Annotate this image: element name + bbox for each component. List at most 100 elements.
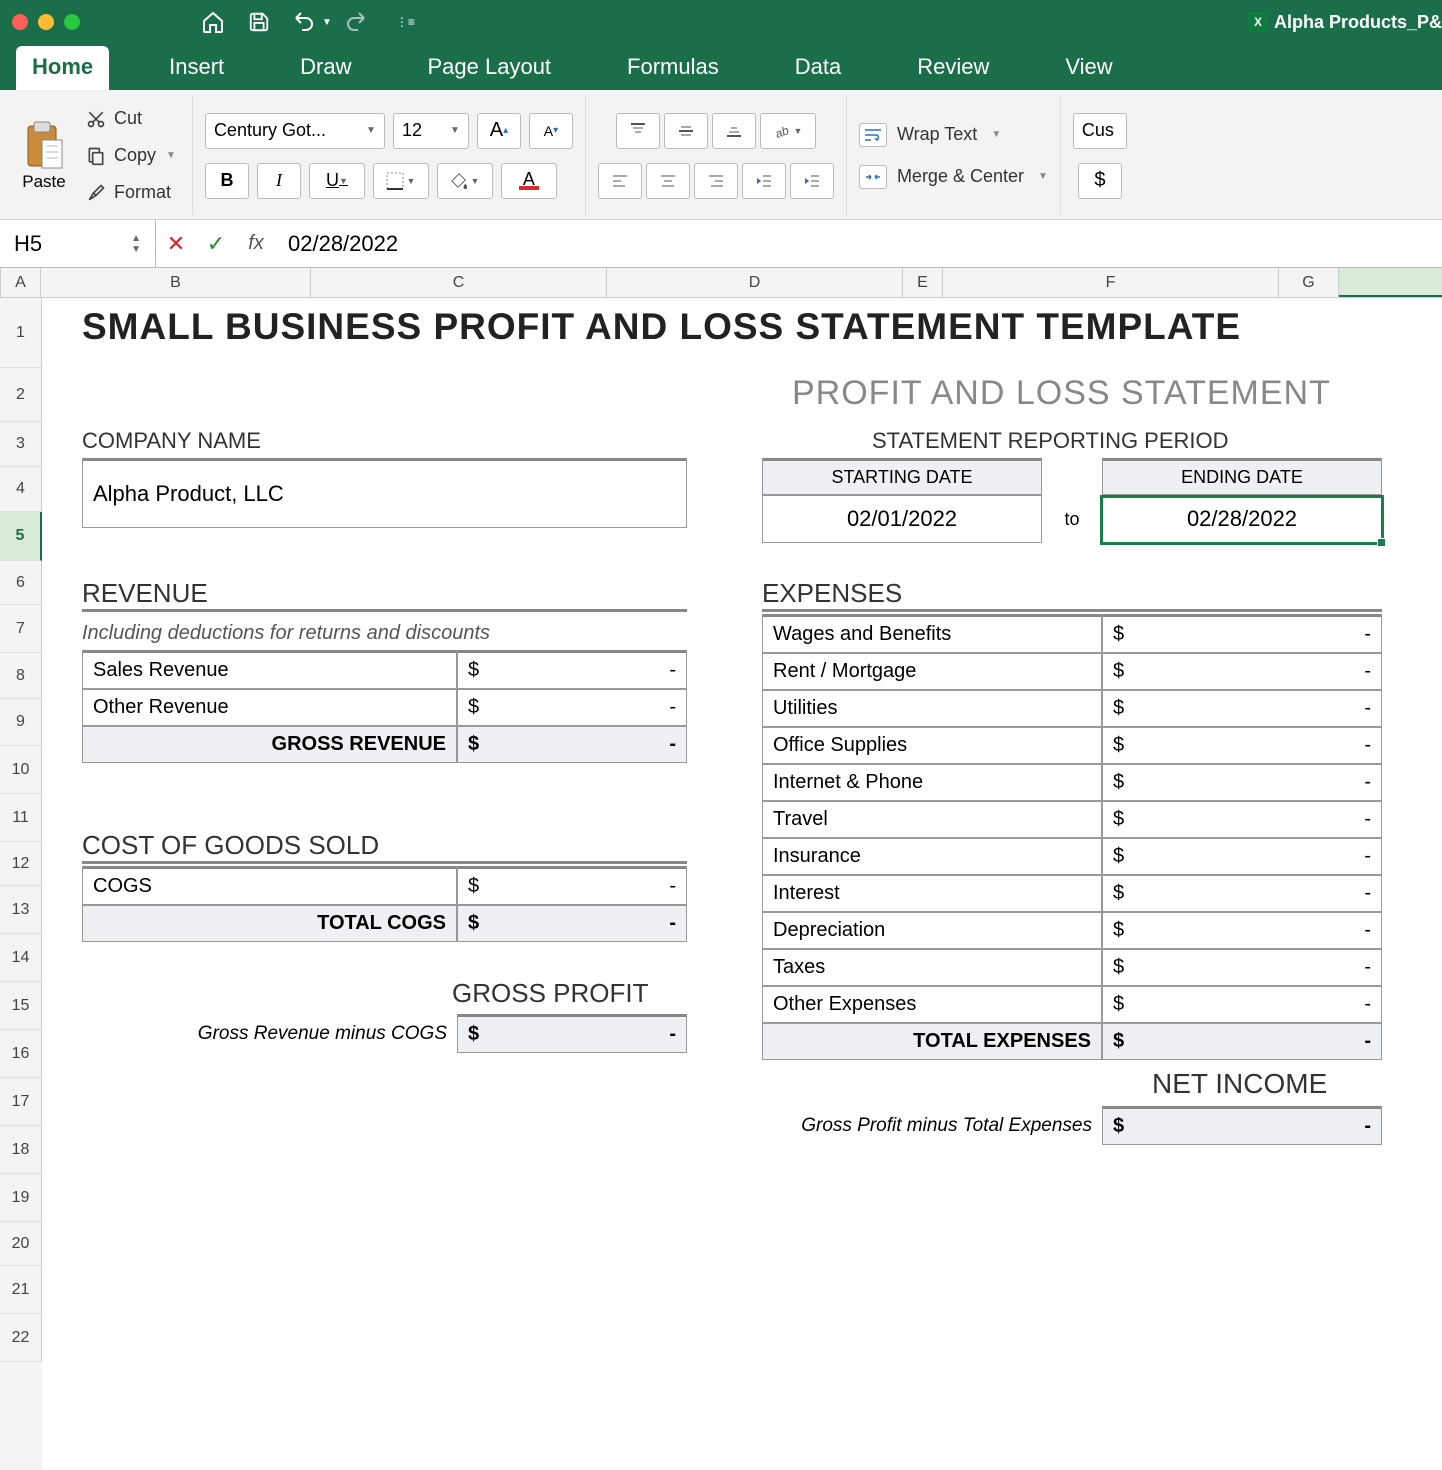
table-row-value[interactable]: $- [1102,653,1382,690]
align-left-button[interactable] [598,163,642,199]
copy-button[interactable]: Copy▼ [82,143,180,168]
undo-dropdown-icon[interactable]: ▼ [322,17,332,28]
row-header-8[interactable]: 8 [0,653,42,699]
table-total-value[interactable]: $- [457,726,687,763]
table-row-value[interactable]: $- [1102,986,1382,1023]
tab-insert[interactable]: Insert [153,46,240,90]
row-header-22[interactable]: 22 [0,1314,42,1362]
table-row-label[interactable]: Travel [762,801,1102,838]
align-right-button[interactable] [694,163,738,199]
column-header-G[interactable]: G [1279,268,1339,297]
qat-customize-icon[interactable]: ⋮≡ [396,15,415,29]
row-header-15[interactable]: 15 [0,982,42,1030]
font-name-combo[interactable]: Century Got...▼ [205,113,385,149]
paste-icon[interactable] [22,120,66,170]
row-header-21[interactable]: 21 [0,1266,42,1314]
table-row-value[interactable]: $- [457,650,687,689]
align-middle-button[interactable] [664,113,708,149]
minimize-window-icon[interactable] [38,14,54,30]
row-header-19[interactable]: 19 [0,1174,42,1222]
row-header-13[interactable]: 13 [0,886,42,934]
end-date-cell[interactable]: 02/28/2022 [1102,495,1382,543]
name-box[interactable]: H5 ▲▼ [0,220,156,267]
up-caret-icon[interactable]: ▲ [131,233,141,244]
decrease-indent-button[interactable] [742,163,786,199]
column-header-C[interactable]: C [311,268,607,297]
start-date-cell[interactable]: 02/01/2022 [762,495,1042,543]
table-row-label[interactable]: Other Expenses [762,986,1102,1023]
align-bottom-button[interactable] [712,113,756,149]
table-row-label[interactable]: Sales Revenue [82,650,457,689]
column-header-D[interactable]: D [607,268,903,297]
company-name-cell[interactable]: Alpha Product, LLC [82,458,687,528]
save-icon[interactable] [246,9,272,35]
tab-view[interactable]: View [1049,46,1128,90]
row-header-17[interactable]: 17 [0,1078,42,1126]
net-income-value[interactable]: $- [1102,1106,1382,1145]
table-row-value[interactable]: $- [1102,727,1382,764]
table-row-label[interactable]: Internet & Phone [762,764,1102,801]
currency-button[interactable]: $ [1078,163,1122,199]
undo-icon[interactable] [292,9,318,35]
row-header-12[interactable]: 12 [0,842,42,886]
table-row-value[interactable]: $- [1102,912,1382,949]
table-row-label[interactable]: Wages and Benefits [762,614,1102,653]
row-header-18[interactable]: 18 [0,1126,42,1174]
table-row-value[interactable]: $- [1102,875,1382,912]
table-row-label[interactable]: COGS [82,866,457,905]
increase-indent-button[interactable] [790,163,834,199]
tab-page-layout[interactable]: Page Layout [412,46,568,90]
format-painter-button[interactable]: Format [82,180,180,205]
home-icon[interactable] [200,9,226,35]
table-row-label[interactable]: Rent / Mortgage [762,653,1102,690]
table-row-value[interactable]: $- [1102,838,1382,875]
fx-icon[interactable]: fx [236,220,276,267]
table-row-label[interactable]: Other Revenue [82,689,457,726]
row-header-9[interactable]: 9 [0,699,42,746]
row-header-14[interactable]: 14 [0,934,42,982]
table-row-label[interactable]: Utilities [762,690,1102,727]
column-header-E[interactable]: E [903,268,943,297]
italic-button[interactable]: I [257,163,301,199]
gross-profit-value[interactable]: $- [457,1014,687,1053]
maximize-window-icon[interactable] [64,14,80,30]
row-header-16[interactable]: 16 [0,1030,42,1078]
font-size-combo[interactable]: 12▼ [393,113,469,149]
bold-button[interactable]: B [205,163,249,199]
tab-review[interactable]: Review [901,46,1005,90]
table-row-label[interactable]: Depreciation [762,912,1102,949]
merge-center-button[interactable]: Merge & Center▼ [859,165,1048,189]
row-header-1[interactable]: 1 [0,298,42,368]
table-row-label[interactable]: Insurance [762,838,1102,875]
decrease-font-button[interactable]: A▾ [529,113,573,149]
table-row-value[interactable]: $- [457,689,687,726]
wrap-text-button[interactable]: Wrap Text▼ [859,123,1048,147]
table-row-value[interactable]: $- [1102,764,1382,801]
row-header-2[interactable]: 2 [0,368,42,422]
align-top-button[interactable] [616,113,660,149]
column-header-A[interactable]: A [1,268,41,297]
column-header-B[interactable]: B [41,268,311,297]
table-row-value[interactable]: $- [457,866,687,905]
tab-home[interactable]: Home [16,46,109,90]
redo-icon[interactable] [342,9,368,35]
fill-color-button[interactable]: ▼ [437,163,493,199]
underline-button[interactable]: U ▼ [309,163,365,199]
row-header-10[interactable]: 10 [0,746,42,794]
close-window-icon[interactable] [12,14,28,30]
table-row-value[interactable]: $- [1102,614,1382,653]
table-row-label[interactable]: Interest [762,875,1102,912]
table-row-value[interactable]: $- [1102,801,1382,838]
tab-data[interactable]: Data [779,46,857,90]
row-header-4[interactable]: 4 [0,467,42,512]
row-header-11[interactable]: 11 [0,794,42,842]
down-caret-icon[interactable]: ▼ [131,244,141,255]
cancel-formula-button[interactable]: ✕ [156,220,196,267]
orientation-button[interactable]: ab ▼ [760,113,816,149]
align-center-button[interactable] [646,163,690,199]
row-header-5[interactable]: 5 [0,512,42,561]
accept-formula-button[interactable]: ✓ [196,220,236,267]
number-format-combo[interactable]: Cus [1073,113,1127,149]
table-row-value[interactable]: $- [1102,949,1382,986]
row-header-7[interactable]: 7 [0,605,42,653]
